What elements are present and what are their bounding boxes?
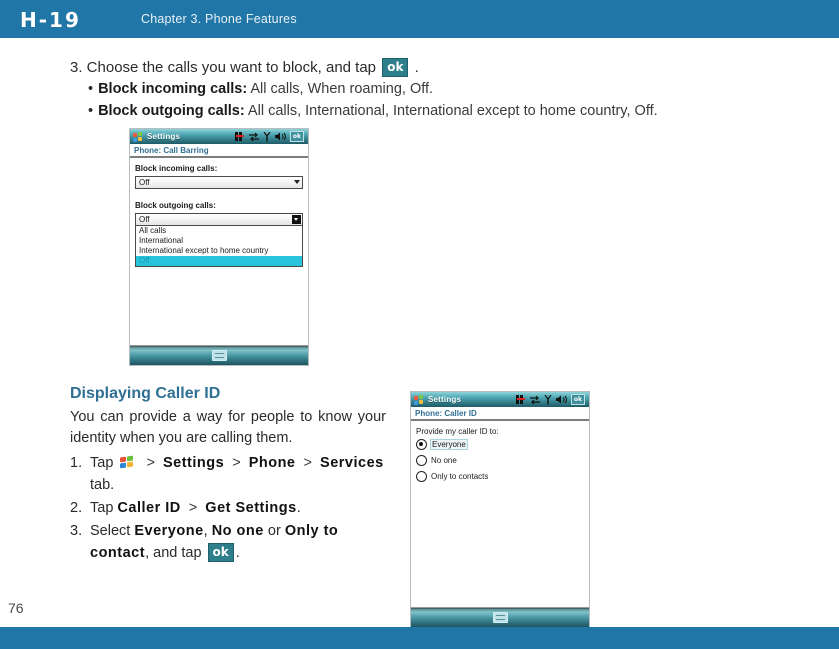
bullet-dot-icon: • [88,103,94,119]
antenna-icon [544,394,552,404]
block-incoming-value: Off [139,178,150,187]
step-pre: Tap [90,500,114,516]
gt-separator: > [232,455,241,471]
block-incoming-dropdown[interactable]: Off [135,176,303,189]
data-transfer-icon [529,395,540,404]
gt-separator: > [146,455,155,471]
page-title: Displaying Caller ID [70,385,221,402]
step-pre: Tap [90,455,114,471]
device-body: Block incoming calls: Off Block outgoing… [130,158,308,346]
list-item-selected[interactable]: Off [136,256,302,266]
step-number: 1. [70,455,83,471]
radio-label: Everyone [430,439,468,450]
radio-icon[interactable] [416,471,427,482]
bullet-term: Block outgoing calls: [98,103,245,119]
device-titlebar: Settings ok [411,392,589,407]
step-item-2: 2. Tap Caller ID > Get Settings. [70,497,400,519]
numbered-steps: 1. Tap > Settings > Phone > Services tab… [70,452,400,565]
step-bold-phone: Phone [248,455,296,471]
keyboard-icon[interactable] [211,350,227,361]
chevron-down-icon[interactable] [294,180,300,184]
step-post: , and tap [145,545,202,561]
bullet-desc: All calls, When roaming, Off. [247,81,434,97]
device-ok-button[interactable]: ok [289,131,304,142]
step-item-1: 1. Tap > Settings > Phone > Services tab… [70,452,400,496]
device-ok-button[interactable]: ok [570,394,585,405]
step-bold-everyone: Everyone [134,523,204,539]
step-bold-get-settings: Get Settings [205,500,297,516]
step-item-3: 3. Select Everyone, No one or Only to co… [70,520,400,564]
step-post: . [296,500,301,516]
radio-icon[interactable] [416,439,427,450]
list-item[interactable]: International except to home country [136,246,302,256]
radio-icon[interactable] [416,455,427,466]
step-bold-services: Services [320,455,384,471]
radio-option-no-one[interactable]: No one [416,455,584,466]
bullet-block-outgoing: • Block outgoing calls: All calls, Intern… [88,103,658,119]
gt-separator: > [303,455,312,471]
device-body: Provide my caller ID to: Everyone No one… [411,421,589,610]
page-content: 3. Choose the calls you want to block, a… [0,0,839,649]
caller-id-prompt: Provide my caller ID to: [416,427,499,436]
device-title: Settings [428,395,462,404]
step-number: 3. [70,523,83,539]
intro-paragraph: You can provide a way for people to know… [70,409,386,446]
device-taskbar [130,345,308,365]
signal-tower-icon [515,395,525,404]
speaker-icon [274,132,286,141]
windows-start-flag-icon[interactable] [414,394,424,405]
keyboard-icon[interactable] [492,612,508,623]
data-transfer-icon [248,132,259,141]
device-taskbar [411,607,589,627]
block-outgoing-option-list[interactable]: All calls International International ex… [135,226,303,267]
bullet-term: Block incoming calls: [98,81,248,97]
radio-label: Only to contacts [431,472,489,481]
device-title: Settings [147,132,181,141]
step-3-prefix: 3. Choose the calls you want to block, a… [70,59,377,76]
radio-option-everyone[interactable]: Everyone [416,439,584,450]
bullet-block-incoming: • Block incoming calls: All calls, When r… [88,81,433,97]
step-bold-settings: Settings [162,455,225,471]
signal-tower-icon [234,132,244,141]
block-incoming-label: Block incoming calls: [135,164,218,173]
ok-badge-inline-step3b: ok [207,543,234,562]
chevron-down-icon[interactable] [292,215,301,224]
step-bold-caller-id: Caller ID [117,500,181,516]
step-bold-no-one: No one [211,523,264,539]
ok-badge-inline-step3: ok [382,58,409,77]
step-3-suffix: . [414,59,419,76]
screenshot-call-barring: Settings ok Phone: Call Barring Block in… [129,128,309,366]
device-subtitle: Phone: Caller ID [411,407,589,421]
gt-separator: > [188,500,198,516]
block-outgoing-value: Off [139,215,150,224]
antenna-icon [263,131,271,141]
radio-option-only-to-contacts[interactable]: Only to contacts [416,471,584,482]
radio-label: No one [431,456,457,465]
step-3-line: 3. Choose the calls you want to block, a… [70,58,419,77]
speaker-icon [555,395,567,404]
page-number: 76 [8,600,24,616]
step-post: tab. [90,477,115,493]
device-status-icons: ok [234,131,305,142]
device-status-icons: ok [515,394,586,405]
bullet-desc: All calls, International, International … [244,103,658,119]
screenshot-caller-id: Settings ok Phone: Caller ID Provide my … [410,391,590,628]
step-pre: Select [90,523,131,539]
page-footer-band [0,627,839,649]
windows-start-flag-icon[interactable] [120,455,135,469]
block-outgoing-label: Block outgoing calls: [135,201,216,210]
step-sep: or [267,523,281,539]
bullet-dot-icon: • [88,81,94,97]
list-item[interactable]: All calls [136,226,302,236]
block-outgoing-dropdown[interactable]: Off [135,213,303,226]
device-titlebar: Settings ok [130,129,308,144]
device-subtitle: Phone: Call Barring [130,144,308,158]
windows-start-flag-icon[interactable] [133,131,143,142]
step-sep: , [203,523,208,539]
step-number: 2. [70,500,83,516]
step-end: . [235,545,240,561]
list-item[interactable]: International [136,236,302,246]
